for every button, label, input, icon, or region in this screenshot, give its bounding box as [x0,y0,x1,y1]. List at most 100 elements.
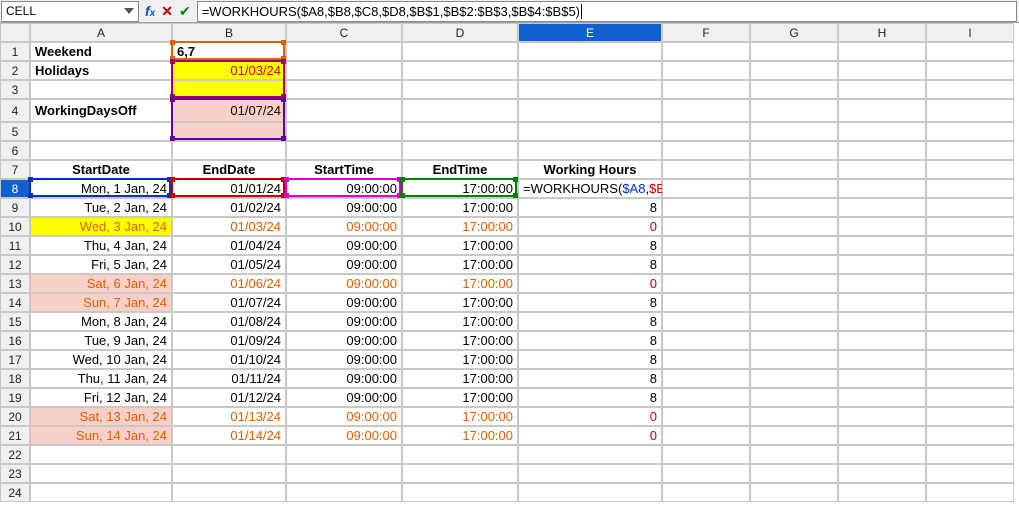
cell-I23[interactable] [926,464,1014,483]
cell-D5[interactable] [402,122,518,141]
cell-D9[interactable]: 17:00:00 [402,198,518,217]
row-header-6[interactable]: 6 [0,141,30,160]
cell-A12[interactable]: Fri, 5 Jan, 24 [30,255,172,274]
cell-A17[interactable]: Wed, 10 Jan, 24 [30,350,172,369]
cell-D1[interactable] [402,42,518,61]
cell-C7[interactable]: StartTime [286,160,402,179]
cell-G16[interactable] [750,331,838,350]
cell-F17[interactable] [662,350,750,369]
cell-H24[interactable] [838,483,926,502]
cell-C15[interactable]: 09:00:00 [286,312,402,331]
cell-H22[interactable] [838,445,926,464]
cell-H18[interactable] [838,369,926,388]
name-box-dropdown-icon[interactable] [122,3,136,20]
cell-G11[interactable] [750,236,838,255]
cell-H9[interactable] [838,198,926,217]
cell-I20[interactable] [926,407,1014,426]
cell-E4[interactable] [518,99,662,122]
cell-F7[interactable] [662,160,750,179]
cell-H21[interactable] [838,426,926,445]
cell-B19[interactable]: 01/12/24 [172,388,286,407]
cell-A8[interactable]: Mon, 1 Jan, 24 [30,179,172,198]
cell-G10[interactable] [750,217,838,236]
col-header-C[interactable]: C [286,23,402,42]
cell-I16[interactable] [926,331,1014,350]
cell-E17[interactable]: 8 [518,350,662,369]
cell-B20[interactable]: 01/13/24 [172,407,286,426]
cell-C21[interactable]: 09:00:00 [286,426,402,445]
cell-B14[interactable]: 01/07/24 [172,293,286,312]
row-header-3[interactable]: 3 [0,80,30,99]
cell-D11[interactable]: 17:00:00 [402,236,518,255]
cell-C4[interactable] [286,99,402,122]
cell-A10[interactable]: Wed, 3 Jan, 24 [30,217,172,236]
cell-I19[interactable] [926,388,1014,407]
cell-G4[interactable] [750,99,838,122]
col-header-B[interactable]: B [172,23,286,42]
cell-B1[interactable]: 6,7 [172,42,286,61]
cell-G6[interactable] [750,141,838,160]
cell-I4[interactable] [926,99,1014,122]
cell-I11[interactable] [926,236,1014,255]
cell-B22[interactable] [172,445,286,464]
name-box[interactable]: CELL [1,1,139,22]
cell-F10[interactable] [662,217,750,236]
col-header-D[interactable]: D [402,23,518,42]
cell-F1[interactable] [662,42,750,61]
cell-G22[interactable] [750,445,838,464]
fx-icon[interactable]: fx [145,3,155,19]
row-header-15[interactable]: 15 [0,312,30,331]
cell-B21[interactable]: 01/14/24 [172,426,286,445]
cell-B8[interactable]: 01/01/24 [172,179,286,198]
cell-F5[interactable] [662,122,750,141]
cell-G18[interactable] [750,369,838,388]
cell-B6[interactable] [172,141,286,160]
cell-A23[interactable] [30,464,172,483]
row-header-14[interactable]: 14 [0,293,30,312]
cell-A2[interactable]: Holidays [30,61,172,80]
row-header-4[interactable]: 4 [0,99,30,122]
cell-I12[interactable] [926,255,1014,274]
cell-E15[interactable]: 8 [518,312,662,331]
cell-I3[interactable] [926,80,1014,99]
cell-I1[interactable] [926,42,1014,61]
cell-F21[interactable] [662,426,750,445]
cell-A14[interactable]: Sun, 7 Jan, 24 [30,293,172,312]
cell-H5[interactable] [838,122,926,141]
cell-A21[interactable]: Sun, 14 Jan, 24 [30,426,172,445]
cell-C20[interactable]: 09:00:00 [286,407,402,426]
cell-B4[interactable]: 01/07/24 [172,99,286,122]
cell-F16[interactable] [662,331,750,350]
row-header-18[interactable]: 18 [0,369,30,388]
cell-A15[interactable]: Mon, 8 Jan, 24 [30,312,172,331]
cell-F12[interactable] [662,255,750,274]
cell-D14[interactable]: 17:00:00 [402,293,518,312]
cell-A7[interactable]: StartDate [30,160,172,179]
cell-E7[interactable]: Working Hours [518,160,662,179]
cell-B10[interactable]: 01/03/24 [172,217,286,236]
cell-C18[interactable]: 09:00:00 [286,369,402,388]
cell-A20[interactable]: Sat, 13 Jan, 24 [30,407,172,426]
cell-I9[interactable] [926,198,1014,217]
cell-E19[interactable]: 8 [518,388,662,407]
cell-B17[interactable]: 01/10/24 [172,350,286,369]
cell-G23[interactable] [750,464,838,483]
cell-I14[interactable] [926,293,1014,312]
cell-H16[interactable] [838,331,926,350]
cell-A22[interactable] [30,445,172,464]
cell-B16[interactable]: 01/09/24 [172,331,286,350]
cell-F11[interactable] [662,236,750,255]
cell-I21[interactable] [926,426,1014,445]
row-header-1[interactable]: 1 [0,42,30,61]
cell-I2[interactable] [926,61,1014,80]
cell-F4[interactable] [662,99,750,122]
cell-C8[interactable]: 09:00:00 [286,179,402,198]
cell-H12[interactable] [838,255,926,274]
cell-G14[interactable] [750,293,838,312]
cell-F3[interactable] [662,80,750,99]
cell-E13[interactable]: 0 [518,274,662,293]
cell-A3[interactable] [30,80,172,99]
cell-B9[interactable]: 01/02/24 [172,198,286,217]
cell-I8[interactable] [926,179,1014,198]
row-header-23[interactable]: 23 [0,464,30,483]
